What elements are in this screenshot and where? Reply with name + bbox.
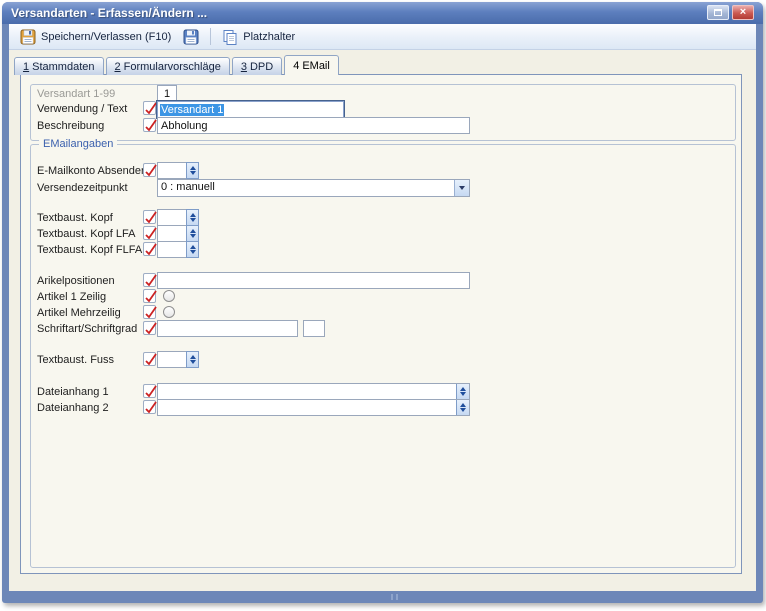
floppy-save-exit-icon: [20, 29, 36, 45]
artikel-1zeilig-translate-check-icon[interactable]: [143, 289, 156, 303]
tab-email[interactable]: 4 EMail: [284, 55, 339, 75]
resize-grip[interactable]: [383, 594, 407, 600]
textbaust-kopf-lfa-label: Textbaust. Kopf LFA: [37, 228, 135, 240]
spinner-arrows-icon[interactable]: [456, 400, 469, 415]
dateianhang1-translate-check-icon[interactable]: [143, 384, 156, 398]
window-controls: ×: [707, 5, 754, 20]
textbaust-kopf-flfa-label: Textbaust. Kopf FLFA: [37, 244, 142, 256]
floppy-save-icon: [183, 29, 199, 45]
artikel-mehrzeilig-label: Artikel Mehrzeilig: [37, 307, 121, 319]
save-button[interactable]: [177, 26, 205, 48]
artikel-1zeilig-radio[interactable]: [163, 290, 175, 302]
spinner-arrows-icon[interactable]: [186, 351, 199, 368]
dateianhang2-input[interactable]: [158, 400, 456, 415]
beschreibung-input[interactable]: [157, 117, 470, 134]
spinner-arrows-icon[interactable]: [186, 225, 199, 242]
spinner-arrows-icon[interactable]: [456, 384, 469, 399]
toolbar-separator: [210, 28, 211, 45]
tab-label: EMail: [302, 60, 330, 72]
chevron-down-icon[interactable]: [454, 180, 469, 196]
verwendung-label: Verwendung / Text: [37, 103, 127, 115]
textbaust-kopf-lfa-input[interactable]: [157, 225, 186, 242]
textbaust-kopf-flfa-input[interactable]: [157, 241, 186, 258]
close-icon: ×: [740, 7, 746, 18]
tab-number: 2: [115, 61, 121, 73]
textbaust-kopf-translate-check-icon[interactable]: [143, 210, 156, 224]
email-konto-label: E-Mailkonto Absender: [37, 165, 145, 177]
beschreibung-translate-check-icon[interactable]: [143, 118, 156, 132]
textbaust-fuss-translate-check-icon[interactable]: [143, 352, 156, 366]
textbaust-kopf-input[interactable]: [157, 209, 186, 226]
textbaust-fuss-label: Textbaust. Fuss: [37, 354, 114, 366]
artikel-1zeilig-label: Artikel 1 Zeilig: [37, 291, 106, 303]
verwendung-translate-check-icon[interactable]: [143, 101, 156, 115]
emailangaben-groupbox: EMailangaben: [30, 144, 736, 568]
email-konto-translate-check-icon[interactable]: [143, 163, 156, 177]
window-body: Speichern/Verlassen (F10): [9, 24, 756, 591]
spinner-arrows-icon[interactable]: [186, 241, 199, 258]
tab-number: 4: [293, 60, 299, 72]
email-konto-input[interactable]: [157, 162, 186, 179]
save-exit-button[interactable]: Speichern/Verlassen (F10): [14, 26, 177, 48]
tab-dpd[interactable]: 3 DPD: [232, 57, 282, 75]
textbaust-kopf-flfa-spinner[interactable]: [157, 241, 199, 258]
email-konto-spinner[interactable]: [157, 162, 199, 179]
tab-label: Stammdaten: [32, 61, 94, 73]
maximize-button[interactable]: [707, 5, 729, 20]
tab-formularvorschlaege[interactable]: 2 Formularvorschläge: [106, 57, 230, 75]
beschreibung-label: Beschreibung: [37, 120, 104, 132]
arikelpositionen-translate-check-icon[interactable]: [143, 273, 156, 287]
tab-stammdaten[interactable]: 1 Stammdaten: [14, 57, 104, 75]
versendezeitpunkt-select[interactable]: 0 : manuell: [157, 179, 470, 197]
tab-bar: 1 Stammdaten 2 Formularvorschläge 3 DPD …: [14, 55, 341, 75]
schriftart-label: Schriftart/Schriftgrad: [37, 323, 137, 335]
maximize-icon: [714, 9, 722, 16]
platzhalter-button[interactable]: Platzhalter: [216, 26, 301, 48]
textbaust-fuss-spinner[interactable]: [157, 351, 199, 368]
arikelpositionen-label: Arikelpositionen: [37, 275, 115, 287]
tab-label: DPD: [250, 61, 273, 73]
schriftart-translate-check-icon[interactable]: [143, 321, 156, 335]
dateianhang1-label: Dateianhang 1: [37, 386, 109, 398]
textbaust-kopf-lfa-spinner[interactable]: [157, 225, 199, 242]
platzhalter-label: Platzhalter: [243, 31, 295, 43]
textbaust-kopf-flfa-translate-check-icon[interactable]: [143, 242, 156, 256]
close-button[interactable]: ×: [732, 5, 754, 20]
email-tab-panel: Versandart 1-99 Verwendung / Text Versan…: [20, 74, 742, 574]
schriftgrad-input[interactable]: [303, 320, 325, 337]
versendezeitpunkt-label: Versendezeitpunkt: [37, 182, 128, 194]
dateianhang2-translate-check-icon[interactable]: [143, 400, 156, 414]
textbaust-kopf-spinner[interactable]: [157, 209, 199, 226]
tab-label: Formularvorschläge: [124, 61, 221, 73]
toolbar: Speichern/Verlassen (F10): [9, 24, 756, 50]
versandarten-window: Versandarten - Erfassen/Ändern ... ×: [2, 2, 763, 603]
versendezeitpunkt-value: 0 : manuell: [158, 180, 454, 196]
window-title: Versandarten - Erfassen/Ändern ...: [11, 6, 207, 20]
artikel-mehrzeilig-radio[interactable]: [163, 306, 175, 318]
dateianhang2-picker[interactable]: [157, 399, 470, 416]
dateianhang1-input[interactable]: [158, 384, 456, 399]
arikelpositionen-input[interactable]: [157, 272, 470, 289]
artikel-mehrzeilig-translate-check-icon[interactable]: [143, 305, 156, 319]
tab-number: 3: [241, 61, 247, 73]
save-exit-label: Speichern/Verlassen (F10): [41, 31, 171, 43]
copy-pages-icon: [222, 29, 238, 45]
textbaust-kopf-label: Textbaust. Kopf: [37, 212, 113, 224]
dateianhang2-label: Dateianhang 2: [37, 402, 109, 414]
textbaust-kopf-lfa-translate-check-icon[interactable]: [143, 226, 156, 240]
tab-number: 1: [23, 61, 29, 73]
textbaust-fuss-input[interactable]: [157, 351, 186, 368]
spinner-arrows-icon[interactable]: [186, 209, 199, 226]
versandart-nr-label: Versandart 1-99: [37, 88, 115, 100]
schriftart-input[interactable]: [157, 320, 298, 337]
titlebar[interactable]: Versandarten - Erfassen/Ändern ... ×: [2, 2, 763, 24]
emailangaben-group-label: EMailangaben: [39, 138, 117, 150]
spinner-arrows-icon[interactable]: [186, 162, 199, 179]
selected-text: Versandart 1: [160, 104, 224, 116]
dateianhang1-picker[interactable]: [157, 383, 470, 400]
